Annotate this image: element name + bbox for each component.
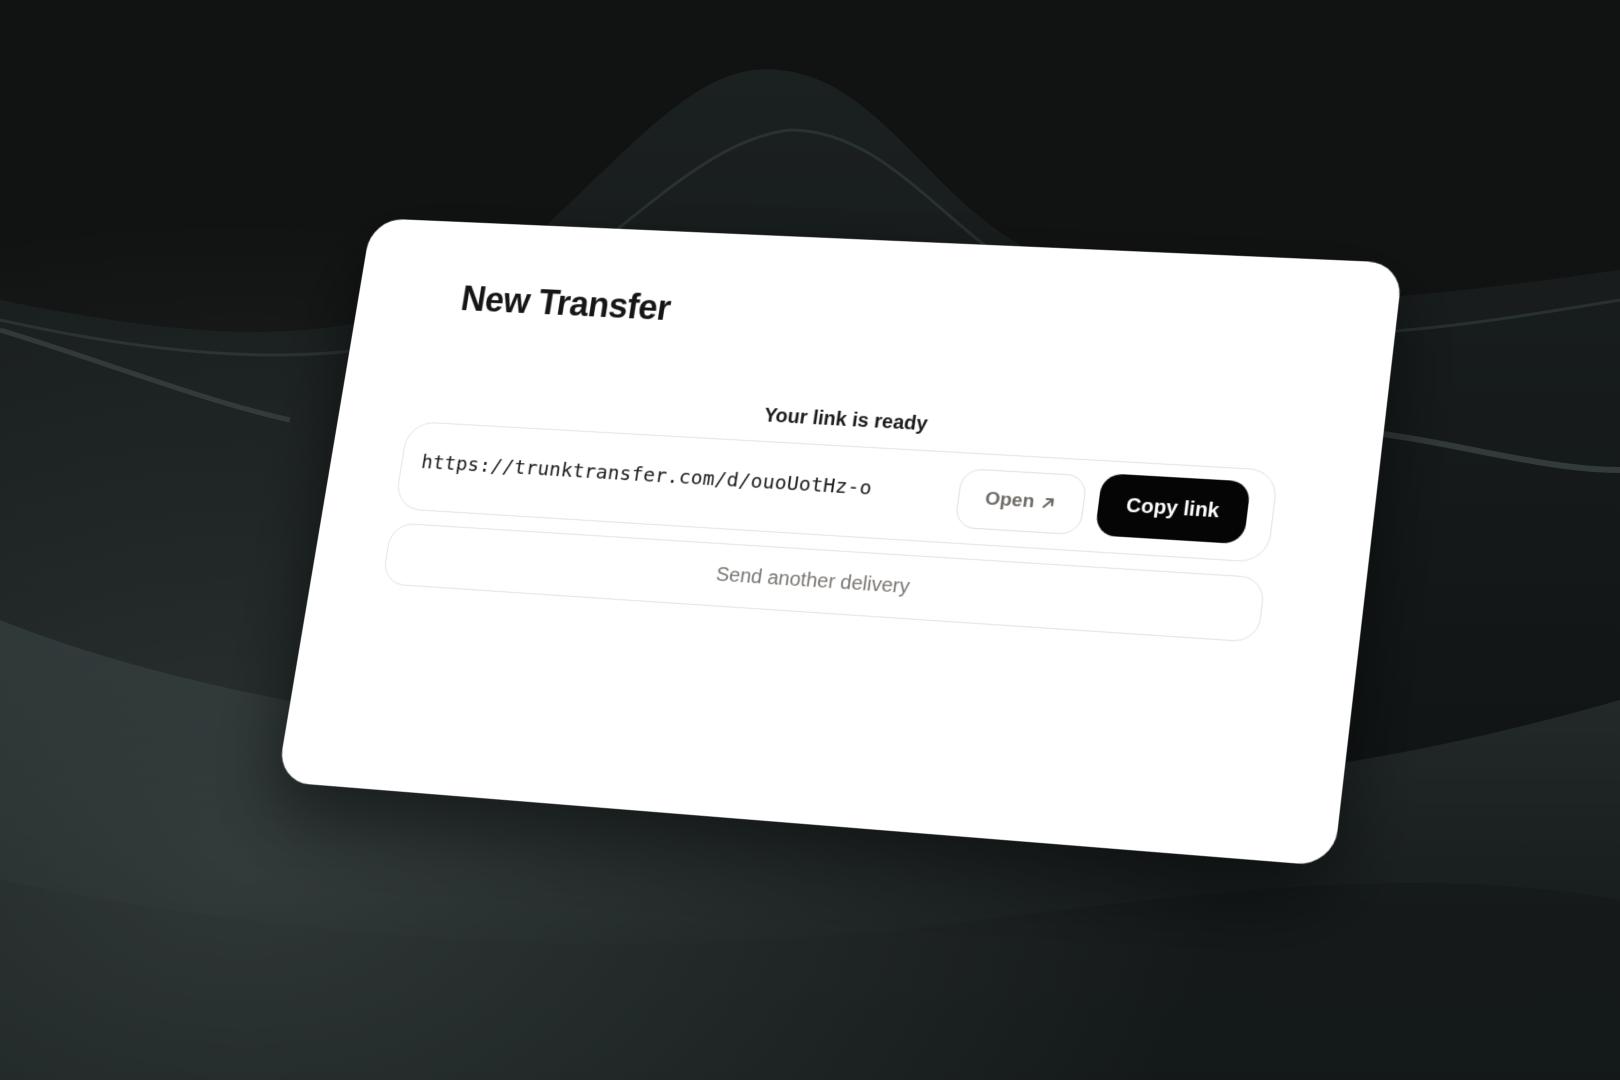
- open-link-button[interactable]: Open: [954, 468, 1088, 535]
- share-link-url[interactable]: https://trunktransfer.com/d/ouoUotHz-o: [420, 450, 874, 500]
- arrow-up-right-icon: [1039, 495, 1057, 512]
- page-title: New Transfer: [458, 279, 673, 329]
- open-button-label: Open: [984, 488, 1036, 513]
- new-transfer-card: New Transfer Your link is ready https://…: [277, 218, 1403, 866]
- copy-link-button[interactable]: Copy link: [1094, 473, 1251, 544]
